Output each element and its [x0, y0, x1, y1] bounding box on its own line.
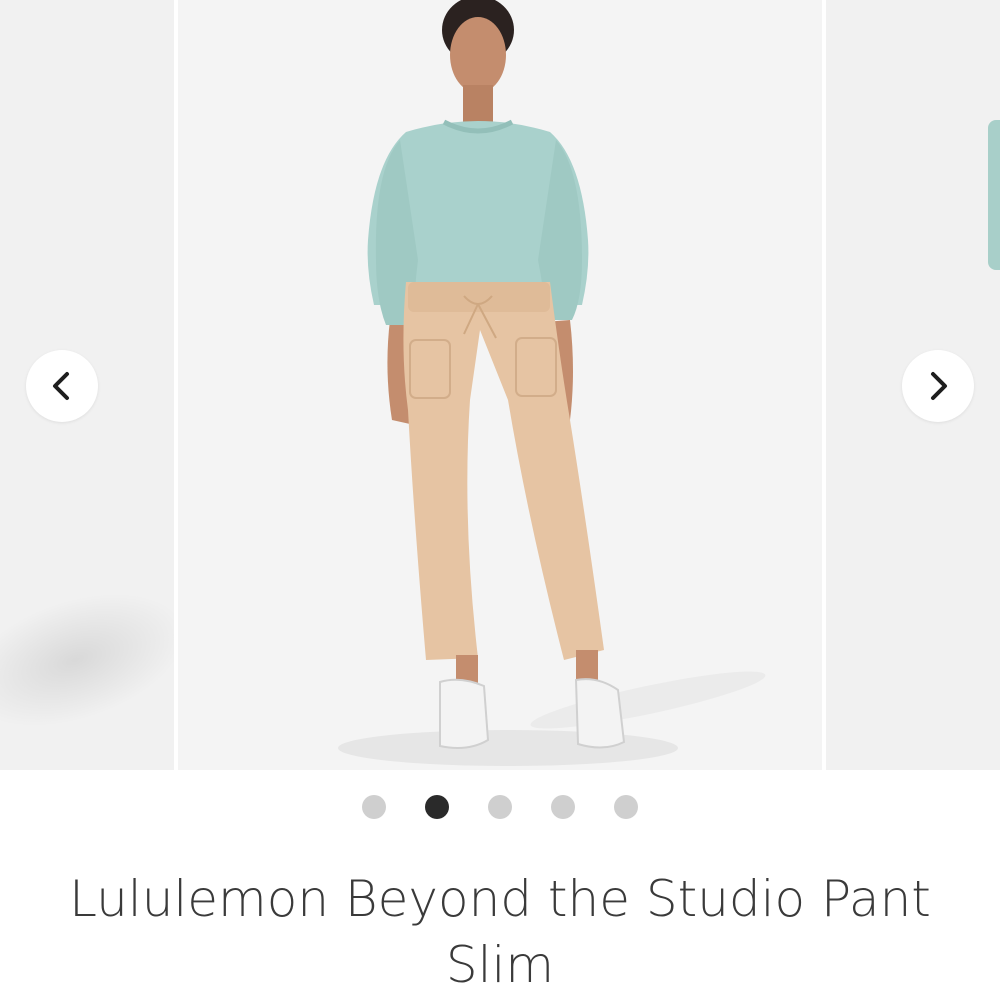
product-title: Lululemon Beyond the Studio Pant Slim — [69, 870, 931, 994]
carousel-pagination — [0, 795, 1000, 819]
pagination-dot-2-active[interactable] — [425, 795, 449, 819]
image-carousel[interactable] — [0, 0, 1000, 770]
product-image — [178, 0, 822, 770]
next-image-button[interactable] — [902, 350, 974, 422]
chevron-left-icon — [53, 372, 69, 400]
chevron-right-icon — [931, 372, 947, 400]
model-wearing-product-illustration — [338, 0, 766, 766]
pagination-dot-3[interactable] — [488, 795, 512, 819]
pagination-dot-4[interactable] — [551, 795, 575, 819]
previous-image-button[interactable] — [26, 350, 98, 422]
pagination-dot-5[interactable] — [614, 795, 638, 819]
pagination-dot-1[interactable] — [362, 795, 386, 819]
